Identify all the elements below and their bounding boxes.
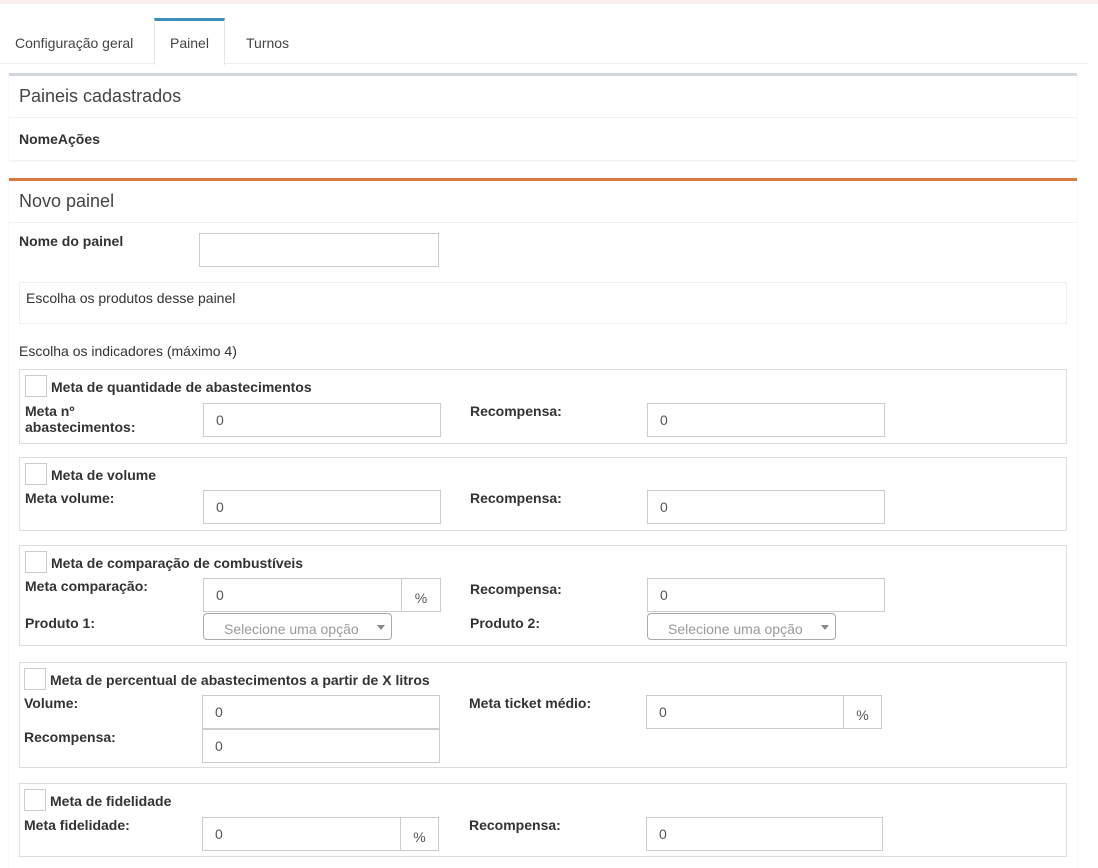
quantity-goal-label: Meta nº abastecimentos: [25,403,136,435]
quantity-reward-label: Recompensa: [470,403,562,419]
indicators-label: Escolha os indicadores (máximo 4) [19,343,237,359]
percentage-volume-input[interactable]: 0 [202,695,440,729]
percentage-volume-label: Volume: [24,695,79,711]
indicator-percentage-checkbox[interactable] [24,668,46,690]
quantity-reward-input[interactable]: 0 [647,403,885,437]
tab-turnos[interactable]: Turnos [231,18,304,64]
volume-reward-label: Recompensa: [470,490,562,506]
indicator-comparison-title: Meta de comparação de combustíveis [51,555,304,571]
tab-bar: Configuração geral Painel Turnos [0,18,1088,65]
products-label: Escolha os produtos desse painel [26,290,236,306]
loyalty-reward-input[interactable]: 0 [646,817,883,851]
registered-panels-box: Paineis cadastrados NomeAções [9,73,1077,160]
divider [9,117,1077,118]
new-panel-box: Novo painel Nome do painel Escolha os pr… [9,178,1077,868]
column-header-name: Nome [19,131,58,147]
products-well: Escolha os produtos desse painel [19,282,1067,324]
panel-name-input[interactable] [199,233,439,267]
indicator-volume-checkbox[interactable] [25,463,47,485]
volume-reward-input[interactable]: 0 [647,490,885,524]
indicator-loyalty-title: Meta de fidelidade [50,793,172,809]
volume-goal-label: Meta volume: [25,490,115,506]
panel-name-label: Nome do painel [19,233,124,249]
ticket-goal-input[interactable]: 0 [646,695,844,729]
product1-select-placeholder: Selecione uma opção [224,621,359,637]
table-header-row: NomeAções [19,131,100,147]
indicator-comparison-checkbox[interactable] [25,551,47,573]
loyalty-goal-label: Meta fidelidade: [24,817,130,833]
chevron-down-icon [377,625,385,630]
indicator-volume-title: Meta de volume [51,467,157,483]
percent-addon: % [844,695,882,729]
product2-label: Produto 2: [470,615,540,631]
comparison-reward-input[interactable]: 0 [647,578,885,612]
indicator-quantity-panel: Meta de quantidade de abastecimentos Met… [19,369,1067,444]
quantity-goal-input[interactable]: 0 [203,403,441,437]
indicator-loyalty-checkbox[interactable] [24,789,46,811]
product2-select-placeholder: Selecione uma opção [668,621,803,637]
loyalty-reward-label: Recompensa: [469,817,561,833]
indicator-quantity-checkbox[interactable] [25,375,47,397]
product2-select[interactable]: Selecione uma opção [647,613,836,640]
divider [9,222,1077,223]
product1-label: Produto 1: [25,615,95,631]
indicator-volume-panel: Meta de volume Meta volume: 0 Recompensa… [19,457,1067,531]
comparison-goal-input[interactable]: 0 [203,578,402,612]
comparison-goal-label: Meta comparação: [25,578,148,594]
new-panel-title: Novo painel [19,191,115,211]
tab-painel[interactable]: Painel [154,18,225,65]
ticket-goal-label: Meta ticket médio: [469,695,592,711]
indicator-loyalty-panel: Meta de fidelidade Meta fidelidade: 0 % … [19,783,1067,857]
tab-configuracao-geral[interactable]: Configuração geral [0,18,148,64]
percentage-reward-label: Recompensa: [24,729,116,745]
indicator-percentage-panel: Meta de percentual de abastecimentos a p… [19,662,1067,768]
top-strip [0,0,1098,4]
column-header-actions: Ações [57,131,100,147]
percentage-reward-input[interactable]: 0 [202,729,440,763]
loyalty-goal-input[interactable]: 0 [202,817,401,851]
volume-goal-input[interactable]: 0 [203,490,441,524]
indicator-comparison-panel: Meta de comparação de combustíveis Meta … [19,545,1067,646]
percent-addon: % [402,578,441,612]
content-wrapper: Configuração geral Painel Turnos Paineis… [0,18,1088,868]
indicator-quantity-title: Meta de quantidade de abastecimentos [51,379,312,395]
chevron-down-icon [821,625,829,630]
product1-select[interactable]: Selecione uma opção [203,613,392,640]
indicator-percentage-title: Meta de percentual de abastecimentos a p… [50,672,430,688]
registered-panels-title: Paineis cadastrados [19,86,182,106]
percent-addon: % [401,817,439,851]
comparison-reward-label: Recompensa: [470,581,562,597]
